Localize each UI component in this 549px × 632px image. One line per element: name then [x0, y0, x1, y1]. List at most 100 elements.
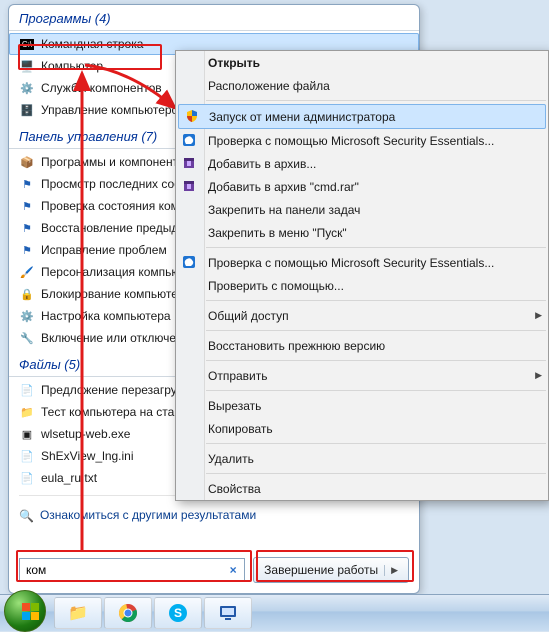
- context-menu-separator: [206, 300, 546, 301]
- context-menu-label: Закрепить в меню "Пуск": [208, 226, 347, 240]
- submenu-arrow-icon: ▶: [535, 370, 542, 381]
- mse-icon: [181, 132, 197, 148]
- context-menu-separator: [206, 360, 546, 361]
- doc-icon: 📄: [19, 382, 35, 398]
- context-menu-separator: [206, 443, 546, 444]
- context-menu-item[interactable]: Удалить: [176, 447, 548, 470]
- feat-icon: 🔧: [19, 330, 35, 346]
- taskbar-skype-button[interactable]: S: [154, 597, 202, 629]
- mgmt-icon: 🗄️: [19, 102, 35, 118]
- result-label: Управление компьютером: [41, 103, 186, 117]
- search-row: × Завершение работы ▶: [19, 557, 409, 583]
- context-menu-separator: [206, 390, 546, 391]
- context-menu-label: Копировать: [208, 422, 273, 436]
- context-menu-item[interactable]: Закрепить в меню "Пуск": [176, 221, 548, 244]
- context-menu: Открыть Расположение файла Запуск от имени…: [175, 50, 549, 501]
- result-label: wlsetup-web.exe: [41, 427, 130, 441]
- gear-icon: ⚙️: [19, 308, 35, 324]
- result-label: Службы компонентов: [41, 81, 162, 95]
- result-label: ShExView_lng.ini: [41, 449, 134, 463]
- context-menu-separator: [206, 247, 546, 248]
- lock-icon: 🔒: [19, 286, 35, 302]
- pc-icon: 🖥️: [19, 58, 35, 74]
- context-menu-label: Проверка с помощью Microsoft Security Es…: [208, 256, 494, 270]
- result-label: Включение или отключение: [41, 331, 196, 345]
- taskbar: 📁 S: [0, 594, 549, 631]
- context-menu-item[interactable]: Общий доступ ▶: [176, 304, 548, 327]
- context-menu-item[interactable]: Отправить ▶: [176, 364, 548, 387]
- section-header-programs: Программы (4): [9, 5, 419, 31]
- context-menu-label: Расположение файла: [208, 79, 330, 93]
- context-menu-item[interactable]: Проверить с помощью...: [176, 274, 548, 297]
- context-menu-label: Отправить: [208, 369, 268, 383]
- context-menu-item[interactable]: Расположение файла: [176, 74, 548, 97]
- result-label: Блокирование компьютера: [41, 287, 191, 301]
- context-menu-label: Удалить: [208, 452, 254, 466]
- context-menu-label: Закрепить на панели задач: [208, 203, 360, 217]
- shutdown-button[interactable]: Завершение работы ▶: [253, 557, 409, 583]
- context-menu-label: Общий доступ: [208, 309, 289, 323]
- context-menu-item[interactable]: Добавить в архив...: [176, 152, 548, 175]
- search-box[interactable]: ×: [19, 558, 245, 582]
- rar-icon: [181, 178, 197, 194]
- context-menu-item[interactable]: Восстановить прежнюю версию: [176, 334, 548, 357]
- skype-icon: S: [168, 603, 188, 623]
- context-menu-item[interactable]: Проверка с помощью Microsoft Security Es…: [176, 251, 548, 274]
- context-menu-separator: [206, 473, 546, 474]
- context-menu-separator: [206, 330, 546, 331]
- result-label: eula_ru.txt: [41, 471, 97, 485]
- rar-icon: [181, 155, 197, 171]
- context-menu-label: Проверка с помощью Microsoft Security Es…: [208, 134, 494, 148]
- svc-icon: ⚙️: [19, 80, 35, 96]
- cmd-icon: C:\: [19, 36, 35, 52]
- context-menu-label: Свойства: [208, 482, 261, 496]
- context-menu-label: Вырезать: [208, 399, 261, 413]
- search-input[interactable]: [24, 559, 226, 581]
- txt-icon: 📄: [19, 470, 35, 486]
- start-button[interactable]: [4, 590, 46, 632]
- clear-search-icon[interactable]: ×: [226, 563, 240, 577]
- chevron-right-icon[interactable]: ▶: [384, 565, 398, 576]
- context-menu-label: Проверить с помощью...: [208, 279, 344, 293]
- flag-icon: ⚑: [19, 242, 35, 258]
- taskbar-chrome-button[interactable]: [104, 597, 152, 629]
- taskbar-explorer-button[interactable]: 📁: [54, 597, 102, 629]
- result-label: Настройка компьютера: [41, 309, 171, 323]
- result-label: Исправление проблем: [41, 243, 167, 257]
- context-menu-label: Открыть: [208, 56, 260, 70]
- search-icon: 🔍: [19, 509, 34, 523]
- context-menu-item[interactable]: Закрепить на панели задач: [176, 198, 548, 221]
- folder-icon: 📁: [19, 404, 35, 420]
- context-menu-separator: [206, 100, 546, 101]
- context-menu-label: Добавить в архив...: [208, 157, 316, 171]
- flag-icon: ⚑: [19, 176, 35, 192]
- shutdown-label: Завершение работы: [264, 563, 378, 577]
- ini-icon: 📄: [19, 448, 35, 464]
- monitor-icon: [218, 603, 238, 623]
- context-menu-item[interactable]: Запуск от имени администратора: [178, 104, 546, 129]
- shield-icon: [184, 108, 200, 124]
- context-menu-item[interactable]: Вырезать: [176, 394, 548, 417]
- flag-icon: ⚑: [19, 198, 35, 214]
- mse-icon: [181, 254, 197, 270]
- context-menu-label: Восстановить прежнюю версию: [208, 339, 385, 353]
- result-label: Компьютер: [41, 59, 103, 73]
- more-results-link[interactable]: 🔍 Ознакомиться с другими результатами: [9, 500, 419, 523]
- context-menu-label: Запуск от имени администратора: [209, 110, 395, 124]
- context-menu-item[interactable]: Добавить в архив "cmd.rar": [176, 175, 548, 198]
- result-label: Командная строка: [41, 37, 143, 51]
- context-menu-label: Добавить в архив "cmd.rar": [208, 180, 359, 194]
- submenu-arrow-icon: ▶: [535, 310, 542, 321]
- context-menu-item[interactable]: Копировать: [176, 417, 548, 440]
- context-menu-item[interactable]: Свойства: [176, 477, 548, 500]
- svg-text:S: S: [174, 606, 182, 620]
- taskbar-app-button[interactable]: [204, 597, 252, 629]
- exe-icon: ▣: [19, 426, 35, 442]
- chrome-icon: [118, 603, 138, 623]
- more-results-label: Ознакомиться с другими результатами: [40, 508, 256, 522]
- pers-icon: 🖌️: [19, 264, 35, 280]
- context-menu-item[interactable]: Открыть: [176, 51, 548, 74]
- result-label: Программы и компоненты: [41, 155, 187, 169]
- context-menu-item[interactable]: Проверка с помощью Microsoft Security Es…: [176, 129, 548, 152]
- prog-icon: 📦: [19, 154, 35, 170]
